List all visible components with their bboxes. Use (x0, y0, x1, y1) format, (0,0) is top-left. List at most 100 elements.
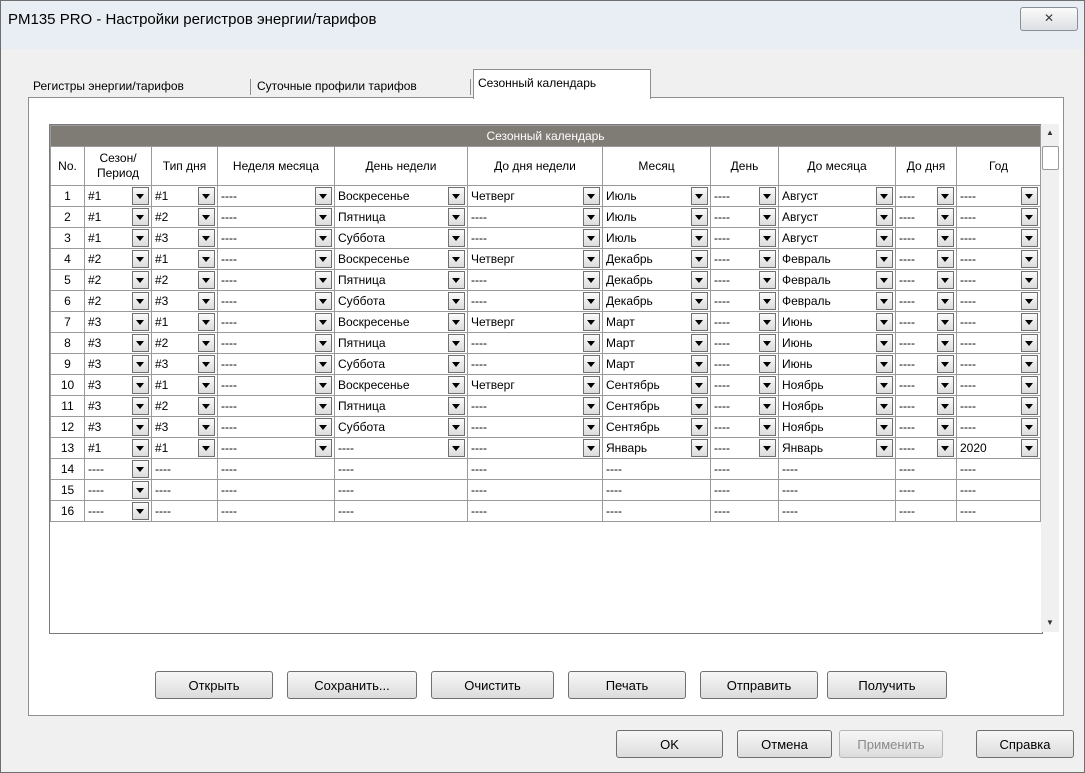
combo-box[interactable]: Март (604, 334, 710, 353)
combo-box[interactable]: ---- (712, 313, 778, 332)
dropdown-arrow-icon[interactable] (583, 208, 600, 226)
combo-box[interactable]: Март (604, 355, 710, 374)
dropdown-arrow-icon[interactable] (1021, 271, 1038, 289)
combo-box[interactable]: Январь (604, 439, 710, 458)
dropdown-arrow-icon[interactable] (759, 355, 776, 373)
combo-box[interactable]: ---- (712, 187, 778, 206)
combo-box[interactable]: ---- (958, 229, 1040, 248)
daytype-select[interactable]: #1 (151, 374, 218, 396)
combo-box[interactable]: Ноябрь (780, 397, 895, 416)
dropdown-arrow-icon[interactable] (759, 229, 776, 247)
scroll-thumb[interactable] (1042, 146, 1059, 170)
combo-box[interactable]: ---- (336, 439, 467, 458)
combo-box[interactable]: #3 (153, 292, 217, 311)
combo-box[interactable]: Суббота (336, 355, 467, 374)
daytype-select[interactable]: #1 (151, 437, 218, 459)
to-weekday-select[interactable]: ---- (467, 206, 603, 228)
dropdown-arrow-icon[interactable] (691, 376, 708, 394)
dropdown-arrow-icon[interactable] (876, 271, 893, 289)
dropdown-arrow-icon[interactable] (937, 313, 954, 331)
dropdown-arrow-icon[interactable] (876, 313, 893, 331)
combo-box[interactable]: ---- (219, 271, 334, 290)
combo-box[interactable]: Четверг (469, 313, 602, 332)
month-select[interactable]: Сентябрь (602, 416, 711, 438)
dropdown-arrow-icon[interactable] (315, 187, 332, 205)
dropdown-arrow-icon[interactable] (691, 229, 708, 247)
week-select[interactable]: ---- (217, 395, 335, 417)
combo-box[interactable]: ---- (219, 208, 334, 227)
weekday-select[interactable]: Пятница (334, 332, 468, 354)
dropdown-arrow-icon[interactable] (759, 418, 776, 436)
year-select[interactable]: ---- (956, 269, 1041, 291)
to-month-select[interactable]: Ноябрь (778, 416, 896, 438)
dropdown-arrow-icon[interactable] (759, 271, 776, 289)
combo-box[interactable]: ---- (712, 355, 778, 374)
dropdown-arrow-icon[interactable] (1021, 397, 1038, 415)
combo-box[interactable]: Июнь (780, 334, 895, 353)
season-select[interactable]: #3 (84, 416, 152, 438)
dropdown-arrow-icon[interactable] (937, 271, 954, 289)
combo-box[interactable]: ---- (897, 439, 956, 458)
combo-box[interactable]: Июль (604, 208, 710, 227)
combo-box[interactable]: #1 (153, 439, 217, 458)
combo-box[interactable]: ---- (469, 292, 602, 311)
dropdown-arrow-icon[interactable] (448, 439, 465, 457)
combo-box[interactable]: #1 (86, 229, 151, 248)
week-select[interactable]: ---- (217, 416, 335, 438)
to-day-select[interactable]: ---- (895, 290, 957, 312)
dropdown-arrow-icon[interactable] (315, 229, 332, 247)
season-select[interactable]: #1 (84, 437, 152, 459)
day-select[interactable]: ---- (710, 437, 779, 459)
combo-box[interactable]: #3 (86, 313, 151, 332)
combo-box[interactable]: ---- (958, 397, 1040, 416)
dropdown-arrow-icon[interactable] (448, 376, 465, 394)
dropdown-arrow-icon[interactable] (759, 439, 776, 457)
dropdown-arrow-icon[interactable] (1021, 376, 1038, 394)
to-day-select[interactable]: ---- (895, 374, 957, 396)
dropdown-arrow-icon[interactable] (315, 250, 332, 268)
dropdown-arrow-icon[interactable] (132, 313, 149, 331)
dropdown-arrow-icon[interactable] (1021, 208, 1038, 226)
combo-box[interactable]: ---- (958, 355, 1040, 374)
combo-box[interactable]: Пятница (336, 397, 467, 416)
dropdown-arrow-icon[interactable] (691, 187, 708, 205)
combo-box[interactable]: Январь (780, 439, 895, 458)
dropdown-arrow-icon[interactable] (448, 250, 465, 268)
dropdown-arrow-icon[interactable] (691, 397, 708, 415)
clear-button[interactable]: Очистить (431, 671, 554, 699)
combo-box[interactable]: ---- (712, 418, 778, 437)
to-weekday-select[interactable]: ---- (467, 290, 603, 312)
cancel-button[interactable]: Отмена (737, 730, 832, 758)
daytype-select[interactable]: #2 (151, 206, 218, 228)
dropdown-arrow-icon[interactable] (1021, 418, 1038, 436)
combo-box[interactable]: ---- (958, 271, 1040, 290)
dropdown-arrow-icon[interactable] (198, 376, 215, 394)
combo-box[interactable]: #3 (153, 418, 217, 437)
combo-box[interactable]: ---- (897, 397, 956, 416)
combo-box[interactable]: ---- (219, 355, 334, 374)
combo-box[interactable]: ---- (469, 208, 602, 227)
combo-box[interactable]: ---- (958, 313, 1040, 332)
to-weekday-select[interactable]: Четверг (467, 311, 603, 333)
day-select[interactable]: ---- (710, 185, 779, 207)
scroll-down-icon[interactable]: ▼ (1041, 614, 1059, 632)
dropdown-arrow-icon[interactable] (759, 187, 776, 205)
combo-box[interactable]: Четверг (469, 250, 602, 269)
season-select[interactable]: #3 (84, 332, 152, 354)
season-select[interactable]: #1 (84, 185, 152, 207)
to-weekday-select[interactable]: ---- (467, 227, 603, 249)
month-select[interactable]: Декабрь (602, 248, 711, 270)
day-select[interactable]: ---- (710, 353, 779, 375)
dropdown-arrow-icon[interactable] (132, 355, 149, 373)
dropdown-arrow-icon[interactable] (876, 397, 893, 415)
combo-box[interactable]: Сентябрь (604, 397, 710, 416)
combo-box[interactable]: ---- (897, 292, 956, 311)
combo-box[interactable]: ---- (469, 334, 602, 353)
to-month-select[interactable]: Ноябрь (778, 374, 896, 396)
dropdown-arrow-icon[interactable] (132, 250, 149, 268)
day-select[interactable]: ---- (710, 269, 779, 291)
to-month-select[interactable]: Июнь (778, 332, 896, 354)
week-select[interactable]: ---- (217, 332, 335, 354)
combo-box[interactable]: Ноябрь (780, 376, 895, 395)
dropdown-arrow-icon[interactable] (448, 208, 465, 226)
